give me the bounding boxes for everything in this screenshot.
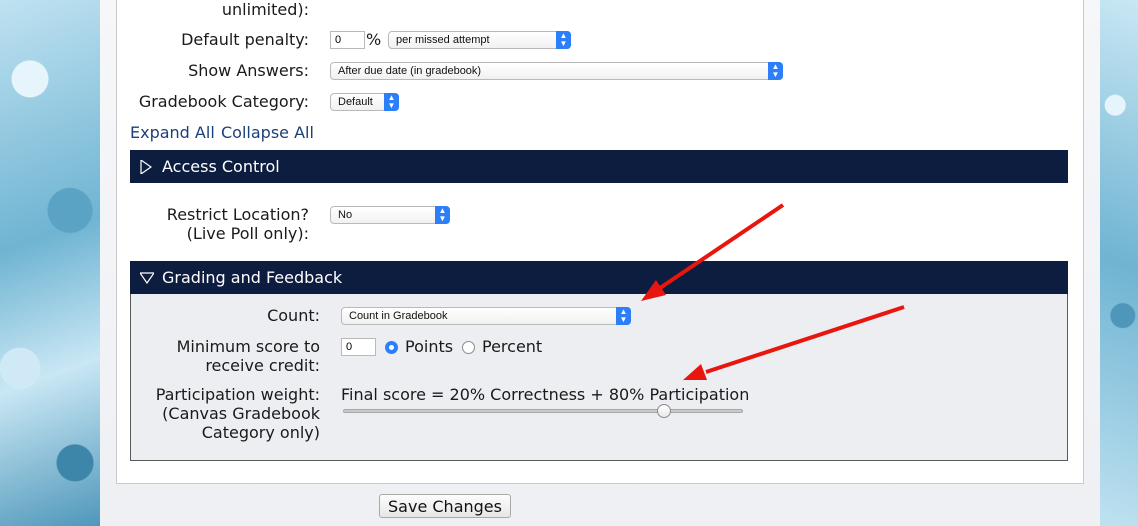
annotation-arrowhead-count <box>641 280 666 301</box>
annotation-arrowhead-participation <box>683 364 707 380</box>
annotation-arrow-participation <box>705 305 905 374</box>
annotation-arrows <box>641 203 905 380</box>
annotation-arrow-count <box>658 203 785 290</box>
